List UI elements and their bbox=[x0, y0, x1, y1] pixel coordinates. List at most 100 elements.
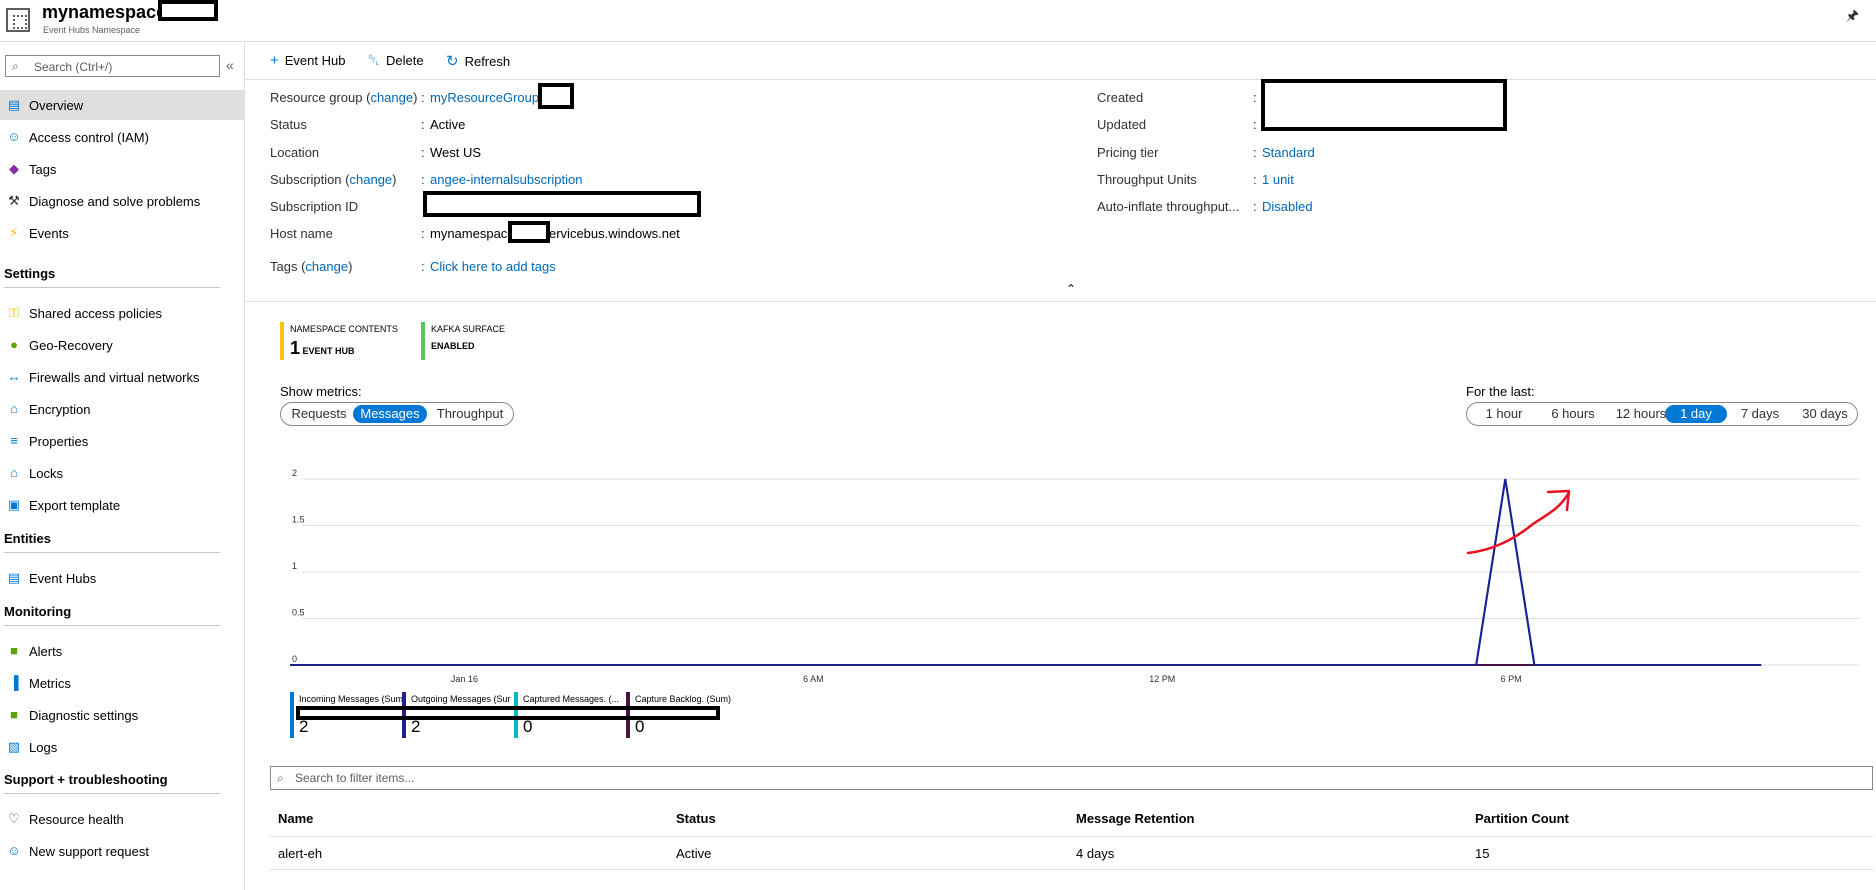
section-entities: Entities bbox=[4, 531, 220, 553]
time-option-7-days[interactable]: 7 days bbox=[1727, 405, 1793, 423]
sidebar-item-label: Encryption bbox=[29, 402, 91, 417]
time-range-label: For the last: bbox=[1466, 384, 1535, 399]
tags-label-text: Tags bbox=[270, 259, 298, 274]
metric-option-requests[interactable]: Requests bbox=[284, 405, 354, 423]
time-option-30-days[interactable]: 30 days bbox=[1793, 405, 1857, 423]
tile-title: Namespace contents bbox=[290, 324, 398, 334]
legend-color-bar bbox=[290, 692, 294, 738]
time-option-1-hour[interactable]: 1 hour bbox=[1470, 405, 1538, 423]
sidebar-item-label: Firewalls and virtual networks bbox=[29, 370, 200, 385]
sidebar-item-alerts[interactable]: ■ Alerts bbox=[0, 636, 244, 666]
colon: : bbox=[421, 226, 425, 241]
sidebar-item-encryption[interactable]: ⌂ Encryption bbox=[0, 394, 244, 424]
legend-label: Captured Messages. (... bbox=[523, 694, 620, 704]
colon: : bbox=[1253, 172, 1257, 187]
sidebar-item-label: Resource health bbox=[29, 812, 124, 827]
y-tick-label: 1.5 bbox=[292, 515, 305, 525]
sidebar-item-label: Geo-Recovery bbox=[29, 338, 113, 353]
x-tick-label: 6 AM bbox=[803, 674, 824, 684]
y-tick-label: 0 bbox=[292, 654, 297, 664]
sidebar-item-label: Shared access policies bbox=[29, 306, 162, 321]
event-hub-name-link[interactable]: alert-eh bbox=[278, 846, 322, 861]
sidebar-item-events[interactable]: ⚡ Events bbox=[0, 218, 244, 248]
change-tags-link[interactable]: change bbox=[305, 259, 348, 274]
logs-icon: ▧ bbox=[7, 739, 21, 754]
sidebar-item-label: Event Hubs bbox=[29, 571, 97, 586]
sidebar-item-new-support-request[interactable]: ☺ New support request bbox=[0, 836, 244, 866]
legend-value: 0 bbox=[635, 717, 645, 736]
metric-option-messages[interactable]: Messages bbox=[353, 405, 427, 423]
column-header-partitions[interactable]: Partition Count bbox=[1475, 811, 1569, 826]
sidebar-item-properties[interactable]: ≡ Properties bbox=[0, 426, 244, 456]
tile-color-bar bbox=[421, 322, 425, 360]
sidebar-item-locks[interactable]: ⌂ Locks bbox=[0, 458, 244, 488]
column-header-name[interactable]: Name bbox=[278, 811, 313, 826]
trash-icon: ␡ bbox=[368, 52, 381, 69]
pricing-tier-link[interactable]: Standard bbox=[1262, 145, 1315, 160]
collapse-essentials-icon[interactable]: ⌃ bbox=[1066, 282, 1076, 296]
sidebar-item-diagnose[interactable]: ⚒ Diagnose and solve problems bbox=[0, 186, 244, 216]
redaction-box bbox=[538, 83, 574, 109]
collapse-menu-icon[interactable]: « bbox=[226, 57, 234, 73]
add-tags-link[interactable]: Click here to add tags bbox=[430, 259, 556, 274]
sidebar-item-firewalls[interactable]: ↔ Firewalls and virtual networks bbox=[0, 362, 244, 392]
subscription-link[interactable]: angee-internalsubscription bbox=[430, 172, 582, 187]
delete-button[interactable]: ␡ Delete bbox=[368, 52, 424, 69]
namespace-contents-tile[interactable]: Namespace contents 1 EVENT HUB bbox=[280, 322, 400, 360]
redaction-box bbox=[1261, 79, 1507, 131]
host-name-suffix: ervicebus.windows.net bbox=[549, 226, 680, 241]
legend-label: Capture Backlog. (Sum) bbox=[635, 694, 732, 704]
show-metrics-label: Show metrics: bbox=[280, 384, 362, 399]
sidebar-item-diagnostic-settings[interactable]: ■ Diagnostic settings bbox=[0, 700, 244, 730]
metric-selector: Requests Messages Throughput bbox=[280, 402, 514, 426]
sidebar-item-overview[interactable]: ▤ Overview bbox=[0, 90, 244, 120]
sidebar-item-logs[interactable]: ▧ Logs bbox=[0, 732, 244, 762]
auto-inflate-link[interactable]: Disabled bbox=[1262, 199, 1313, 214]
tile-value: ENABLED bbox=[431, 341, 475, 351]
sidebar-item-metrics[interactable]: ▐ Metrics bbox=[0, 668, 244, 698]
column-header-retention[interactable]: Message Retention bbox=[1076, 811, 1194, 826]
auto-inflate-label: Auto-inflate throughput... bbox=[1097, 199, 1240, 214]
sidebar-item-export-template[interactable]: ▣ Export template bbox=[0, 490, 244, 520]
event-hub-retention: 4 days bbox=[1076, 846, 1115, 861]
delete-label: Delete bbox=[386, 53, 424, 68]
sidebar-item-resource-health[interactable]: ♡ Resource health bbox=[0, 804, 244, 834]
kafka-surface-tile[interactable]: Kafka surface ENABLED bbox=[421, 322, 521, 360]
refresh-label: Refresh bbox=[464, 54, 511, 69]
change-resource-group-link[interactable]: change bbox=[370, 90, 413, 105]
sidebar-item-iam[interactable]: ☺ Access control (IAM) bbox=[0, 122, 244, 152]
sidebar-item-label: Access control (IAM) bbox=[29, 130, 149, 145]
sidebar-item-label: Tags bbox=[29, 162, 57, 177]
filter-input[interactable]: ⌕ Search to filter items... bbox=[270, 766, 1873, 790]
legend-label: Incoming Messages (Sum bbox=[299, 694, 404, 704]
menu-search-input[interactable]: ⌕ Search (Ctrl+/) bbox=[5, 55, 220, 77]
sidebar-item-shared-access[interactable]: ⚿ Shared access policies bbox=[0, 298, 244, 328]
globe-icon: ● bbox=[10, 337, 18, 352]
tags-label: Tags (change) bbox=[270, 259, 353, 274]
tile-unit: EVENT HUB bbox=[302, 346, 355, 356]
colon: : bbox=[421, 145, 425, 160]
time-option-1-day[interactable]: 1 day bbox=[1665, 405, 1727, 423]
time-option-6-hours[interactable]: 6 hours bbox=[1539, 405, 1607, 423]
key-icon: ⚿ bbox=[9, 305, 19, 320]
colon: : bbox=[1253, 90, 1257, 105]
redaction-box bbox=[158, 0, 218, 21]
add-event-hub-button[interactable]: + Event Hub bbox=[270, 52, 345, 69]
command-bar: + Event Hub ␡ Delete ↻ Refresh bbox=[246, 42, 1876, 80]
sidebar-item-geo-recovery[interactable]: ● Geo-Recovery bbox=[0, 330, 244, 360]
y-tick-label: 2 bbox=[292, 468, 297, 478]
event-hubs-namespace-icon bbox=[6, 8, 30, 32]
sidebar-item-label: Overview bbox=[29, 98, 84, 113]
throughput-units-link[interactable]: 1 unit bbox=[1262, 172, 1294, 187]
change-subscription-link[interactable]: change bbox=[350, 172, 393, 187]
pin-icon[interactable]: 🖈 bbox=[1846, 5, 1859, 29]
resource-group-link[interactable]: myResourceGroup bbox=[430, 90, 539, 105]
sidebar-item-event-hubs[interactable]: ▤ Event Hubs bbox=[0, 563, 244, 593]
sidebar-item-tags[interactable]: ◆ Tags bbox=[0, 154, 244, 184]
sidebar-item-label: Locks bbox=[29, 466, 63, 481]
refresh-button[interactable]: ↻ Refresh bbox=[446, 52, 510, 70]
column-header-status[interactable]: Status bbox=[676, 811, 716, 826]
metric-option-throughput[interactable]: Throughput bbox=[428, 405, 512, 423]
colon: : bbox=[1253, 145, 1257, 160]
menu-search-placeholder: Search (Ctrl+/) bbox=[34, 60, 113, 74]
